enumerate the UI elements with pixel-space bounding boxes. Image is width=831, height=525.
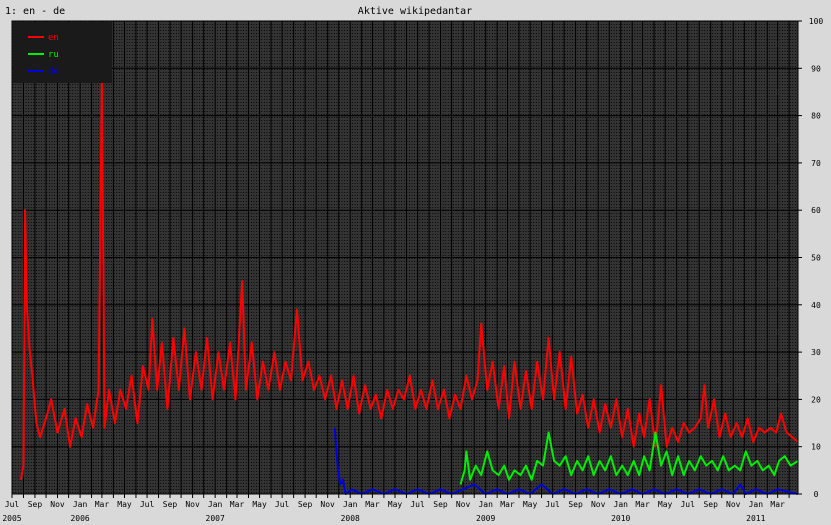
y-tick-label: 30 bbox=[811, 348, 821, 357]
x-month-label: Jul bbox=[410, 500, 425, 509]
corner-label: 1: en - de bbox=[5, 6, 65, 17]
chart-title: Aktive wikipedantar bbox=[358, 6, 472, 17]
x-month-label: Sep bbox=[433, 500, 448, 509]
x-month-label: Nov bbox=[456, 500, 471, 509]
x-month-label: Jul bbox=[545, 500, 560, 509]
x-month-label: Jul bbox=[140, 500, 155, 509]
x-month-label: Mar bbox=[770, 500, 785, 509]
x-month-label: Mar bbox=[500, 500, 515, 509]
x-month-label: Sep bbox=[163, 500, 178, 509]
x-month-label: Nov bbox=[591, 500, 606, 509]
x-month-label: Jan bbox=[749, 500, 764, 509]
x-month-label: Nov bbox=[726, 500, 741, 509]
x-axis: Jul Sep Nov Jan Mar May Jul Sep Nov Jan Mar May Jul S… bbox=[2, 494, 790, 523]
legend-label-de: de bbox=[48, 67, 59, 77]
x-month-label: May bbox=[252, 500, 267, 509]
legend-label-en: en bbox=[48, 33, 59, 43]
x-month-label: Jan bbox=[343, 500, 358, 509]
x-month-label: Jan bbox=[478, 500, 493, 509]
x-month-label: Sep bbox=[703, 500, 718, 509]
x-month-label: Jul bbox=[680, 500, 695, 509]
y-tick-label: 10 bbox=[811, 443, 821, 452]
x-month-label: Mar bbox=[95, 500, 110, 509]
legend: en ru de bbox=[13, 22, 112, 83]
legend-label-ru: ru bbox=[48, 50, 59, 60]
x-month-label: Jan bbox=[73, 500, 88, 509]
x-month-label: Jan bbox=[614, 500, 629, 509]
x-month-label: Mar bbox=[365, 500, 380, 509]
x-year-label: 2006 bbox=[70, 514, 89, 523]
x-month-label: Jul bbox=[275, 500, 290, 509]
y-tick-label: 80 bbox=[811, 112, 821, 121]
x-month-label: May bbox=[658, 500, 673, 509]
y-tick-label: 50 bbox=[811, 254, 821, 263]
y-tick-label: 100 bbox=[809, 17, 824, 26]
y-tick-label: 0 bbox=[814, 490, 819, 499]
x-month-label: Mar bbox=[635, 500, 650, 509]
x-year-label: 2011 bbox=[746, 514, 765, 523]
x-month-label: Jul bbox=[5, 500, 20, 509]
y-tick-label: 90 bbox=[811, 64, 821, 73]
line-chart: 1: en - de Aktive wikipedantar 0 10 20 30 40… bbox=[2, 6, 823, 523]
y-tick-label: 40 bbox=[811, 301, 821, 310]
y-tick-label: 70 bbox=[811, 159, 821, 168]
y-tick-label: 60 bbox=[811, 206, 821, 215]
legend-box bbox=[13, 22, 112, 83]
x-month-label: Sep bbox=[298, 500, 313, 509]
x-year-label: 2008 bbox=[341, 514, 360, 523]
y-axis: 0 10 20 30 40 50 60 70 80 90 100 bbox=[798, 17, 823, 499]
x-year-label: 2010 bbox=[611, 514, 630, 523]
x-month-label: Sep bbox=[28, 500, 43, 509]
y-tick-label: 20 bbox=[811, 395, 821, 404]
x-month-label: Nov bbox=[320, 500, 335, 509]
x-month-label: May bbox=[388, 500, 403, 509]
x-month-label: Mar bbox=[230, 500, 245, 509]
x-year-label: 2007 bbox=[206, 514, 225, 523]
x-year-label: 2005 bbox=[2, 514, 21, 523]
x-year-label: 2009 bbox=[476, 514, 495, 523]
x-month-label: Nov bbox=[50, 500, 65, 509]
x-month-label: Sep bbox=[568, 500, 583, 509]
x-month-label: Jan bbox=[208, 500, 223, 509]
x-month-label: Nov bbox=[185, 500, 200, 509]
x-month-label: May bbox=[117, 500, 132, 509]
x-month-label: May bbox=[523, 500, 538, 509]
